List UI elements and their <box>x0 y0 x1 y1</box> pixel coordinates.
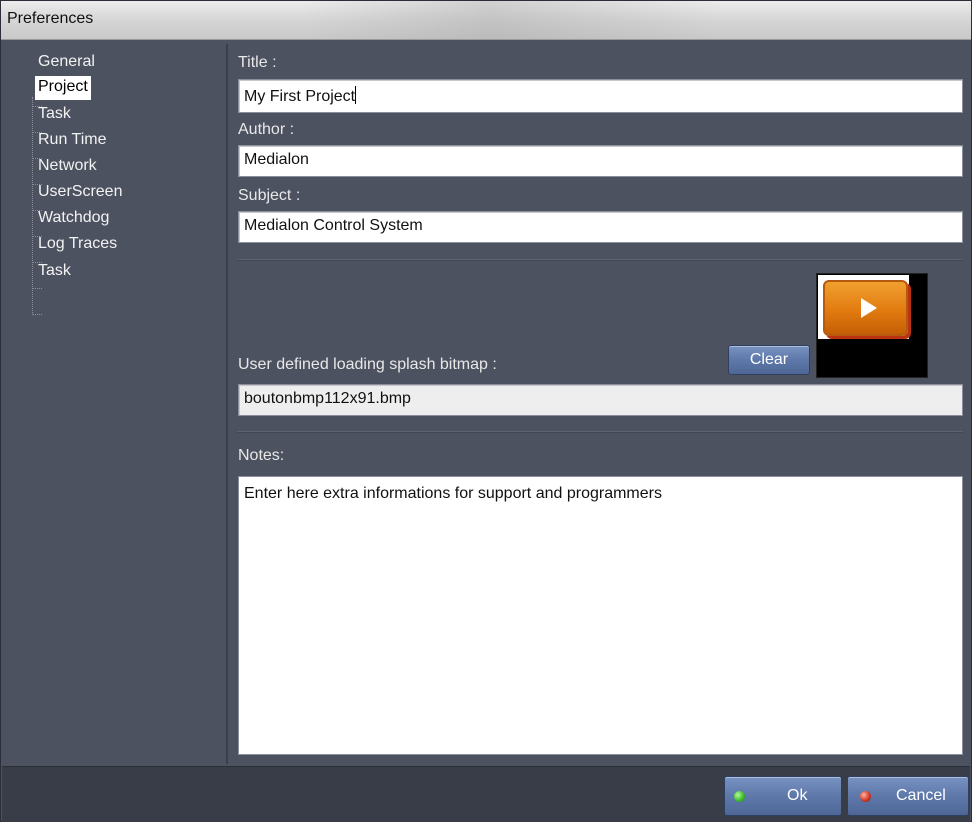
tree-item-userscreen[interactable]: UserScreen <box>35 181 125 207</box>
author-input[interactable]: Medialon <box>238 145 963 177</box>
cancel-button[interactable]: Cancel <box>847 776 969 816</box>
tree-item-task[interactable]: Task <box>35 103 74 129</box>
tree-item-network[interactable]: Network <box>35 155 100 181</box>
subject-label: Subject : <box>238 187 301 204</box>
cancel-button-label: Cancel <box>896 787 946 804</box>
section-divider <box>237 259 963 261</box>
preferences-window: Preferences General Project Task Run Tim… <box>0 0 972 822</box>
tree-item-general[interactable]: General <box>35 51 98 77</box>
splash-preview-play-icon <box>823 280 908 336</box>
tree-item-watchdog[interactable]: Watchdog <box>35 207 112 233</box>
splash-bitmap-label: User defined loading splash bitmap : <box>238 356 497 373</box>
title-input[interactable]: My First Project <box>238 79 963 113</box>
play-triangle-icon <box>861 298 877 318</box>
tree-item-run-time[interactable]: Run Time <box>35 129 109 155</box>
tree-connector <box>32 97 33 315</box>
section-divider <box>237 431 963 433</box>
cancel-indicator-icon <box>860 791 871 802</box>
tree-connector <box>32 288 42 289</box>
tree-item-project[interactable]: Project <box>35 76 91 100</box>
title-bar-sheen <box>301 1 721 39</box>
title-bar[interactable]: Preferences <box>1 1 971 40</box>
ok-indicator-icon <box>734 791 745 802</box>
splash-bitmap-preview <box>816 273 928 378</box>
ok-button[interactable]: Ok <box>724 776 842 816</box>
title-input-value: My First Project <box>244 88 356 105</box>
title-label: Title : <box>238 54 277 71</box>
splash-bitmap-path[interactable]: boutonbmp112x91.bmp <box>238 384 963 416</box>
notes-label: Notes: <box>238 447 285 464</box>
notes-textarea[interactable]: Enter here extra informations for suppor… <box>238 476 963 755</box>
tree-connector <box>32 314 42 315</box>
subject-input[interactable]: Medialon Control System <box>238 211 963 243</box>
tree-item-log-traces[interactable]: Log Traces <box>35 233 120 259</box>
window-title: Preferences <box>7 10 94 27</box>
tree-item-task-2[interactable]: Task <box>35 260 74 286</box>
ok-button-label: Ok <box>787 787 808 804</box>
text-caret <box>355 86 357 104</box>
clear-button[interactable]: Clear <box>728 345 810 375</box>
author-label: Author : <box>238 121 295 138</box>
